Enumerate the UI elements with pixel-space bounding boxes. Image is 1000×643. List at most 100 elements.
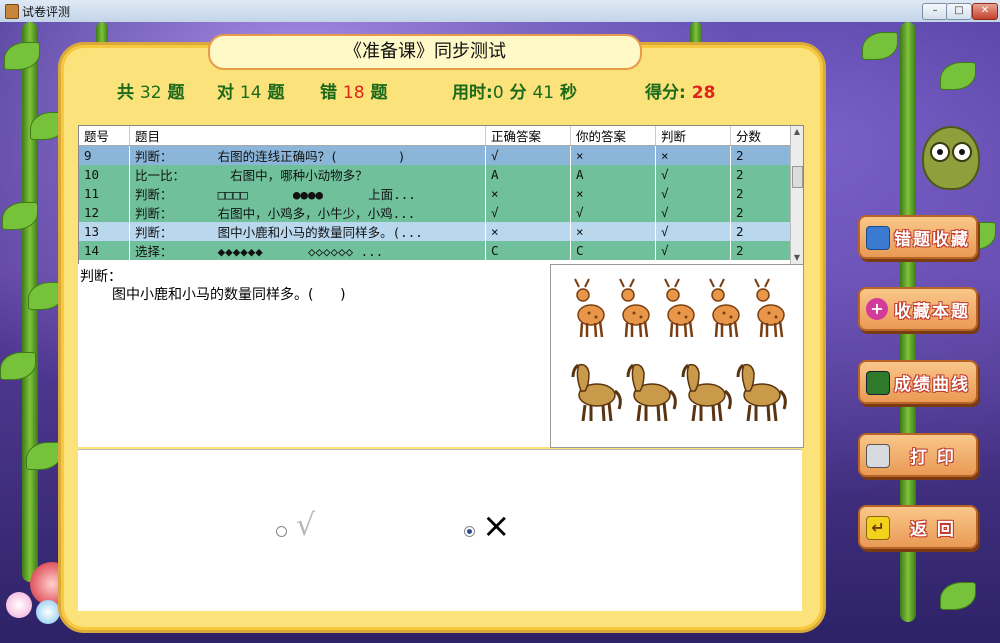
col-header-score[interactable]: 分数 [730,126,791,146]
leaf-icon [940,582,976,610]
question-text: 图中小鹿和小马的数量同样多。( ) [112,287,346,303]
table-row[interactable]: 11 判断： □□□□ ●●●● 上面... × × √ 2 [79,184,791,203]
chart-icon [866,371,890,395]
leaf-icon [940,62,976,90]
col-header-yours[interactable]: 你的答案 [570,126,656,146]
cell-judge: √ [655,203,731,222]
results-table[interactable]: 题号 题目 正确答案 你的答案 判断 分数 9 判断： 右图的连线正确吗？( )… [78,125,804,265]
cell-no: 11 [79,184,130,203]
cell-score: 2 [730,145,791,165]
horse-icon [681,363,732,422]
cell-question: 判断： 图中小鹿和小马的数量同样多。(... [129,222,486,241]
col-header-question[interactable]: 题目 [129,126,486,146]
cell-correct: A [485,165,571,184]
return-arrow-icon: ↵ [866,516,890,540]
scroll-down-icon[interactable]: ▼ [791,252,803,264]
cell-score: 2 [730,184,791,203]
maximize-button[interactable]: □ [946,3,972,20]
answer-false-label[interactable]: × [482,506,511,546]
stat-right: 对 14 题 [217,83,285,103]
scroll-thumb[interactable] [792,166,803,188]
horse-icon [736,363,787,422]
col-header-no[interactable]: 题号 [79,126,130,146]
answer-false-radio[interactable] [464,526,475,537]
stat-time: 用时:0 分 41 秒 [452,83,578,103]
cell-question: 选择： ◆◆◆◆◆◆ ◇◇◇◇◇◇ ... [129,241,486,260]
flower-icon [36,600,60,624]
cell-correct: C [485,241,571,260]
minimize-button[interactable]: – [922,3,948,20]
table-row[interactable]: 10 比一比： 右图中，哪种小动物多？ A A √ 2 [79,165,791,184]
close-button[interactable]: ✕ [972,3,998,20]
cell-judge: √ [655,165,731,184]
print-button[interactable]: 打 印 [858,433,978,477]
score-curve-button[interactable]: 成绩曲线 [858,360,978,404]
leaf-icon [862,32,898,60]
animals-illustration [571,278,787,422]
cell-no: 13 [79,222,130,241]
cell-correct: × [485,184,571,203]
cell-judge: √ [655,241,731,260]
cell-judge: × [655,145,731,165]
table-row[interactable]: 13 判断： 图中小鹿和小马的数量同样多。(... × × √ 2 [79,222,791,241]
owl-icon [922,126,980,190]
stat-total: 共 32 题 [117,83,185,103]
cell-no: 10 [79,165,130,184]
cell-yours: × [570,184,656,203]
cell-no: 14 [79,241,130,260]
cell-score: 2 [730,165,791,184]
cell-no: 12 [79,203,130,222]
cell-yours: A [570,165,656,184]
col-header-correct[interactable]: 正确答案 [485,126,571,146]
answer-true-radio[interactable] [276,526,287,537]
cell-yours: × [570,145,656,165]
deer-icon [574,278,605,338]
answer-true-label[interactable]: √ [296,508,315,543]
deer-icon [664,278,695,338]
table-row[interactable]: 9 判断： 右图的连线正确吗？( ) √ × × 2 [79,145,791,165]
cell-yours: √ [570,203,656,222]
window-title: 试卷评测 [22,5,71,19]
cell-judge: √ [655,184,731,203]
table-row[interactable]: 12 判断： 右图中，小鸡多，小牛少，小鸡... √ √ √ 2 [79,203,791,222]
cell-correct: × [485,222,571,241]
table-row[interactable]: 14 选择： ◆◆◆◆◆◆ ◇◇◇◇◇◇ ... C C √ 2 [79,241,791,260]
collect-question-button[interactable]: + 收藏本题 [858,287,978,331]
printer-icon [866,444,890,468]
cell-yours: C [570,241,656,260]
plus-icon: + [866,298,888,320]
flower-icon [6,592,32,618]
cell-correct: √ [485,203,571,222]
horse-icon [571,363,622,422]
stat-score: 得分: 28 [645,83,716,103]
col-header-judge[interactable]: 判断 [655,126,731,146]
answer-area: √ × [78,449,802,611]
window-titlebar: 试卷评测 – □ ✕ [0,0,1000,23]
question-type: 判断： [80,269,122,285]
question-panel: 判断： 图中小鹿和小马的数量同样多。( ) [78,264,550,447]
cell-question: 判断： 右图的连线正确吗？( ) [129,145,486,165]
cell-question: 比一比： 右图中，哪种小动物多？ [129,165,486,184]
stat-wrong: 错 18 题 [320,83,388,103]
app-icon [5,4,19,19]
cell-correct: √ [485,145,571,165]
deer-icon [754,278,785,338]
cell-no: 9 [79,145,130,165]
cell-question: 判断： □□□□ ●●●● 上面... [129,184,486,203]
deer-icon [709,278,740,338]
deer-icon [619,278,650,338]
table-scrollbar[interactable]: ▲ ▼ [790,126,803,264]
scroll-up-icon[interactable]: ▲ [791,126,803,138]
back-button[interactable]: ↵ 返 回 [858,505,978,549]
cell-judge: √ [655,222,731,241]
wrong-collection-button[interactable]: 错题收藏 [858,215,978,259]
cell-score: 2 [730,241,791,260]
cell-question: 判断： 右图中，小鸡多，小牛少，小鸡... [129,203,486,222]
horse-icon [626,363,677,422]
cell-score: 2 [730,203,791,222]
cell-yours: × [570,222,656,241]
page-title: 《准备课》同步测试 [208,34,642,70]
cell-score: 2 [730,222,791,241]
leaf-icon [26,442,62,470]
table-header-row: 题号 题目 正确答案 你的答案 判断 分数 [79,126,791,146]
